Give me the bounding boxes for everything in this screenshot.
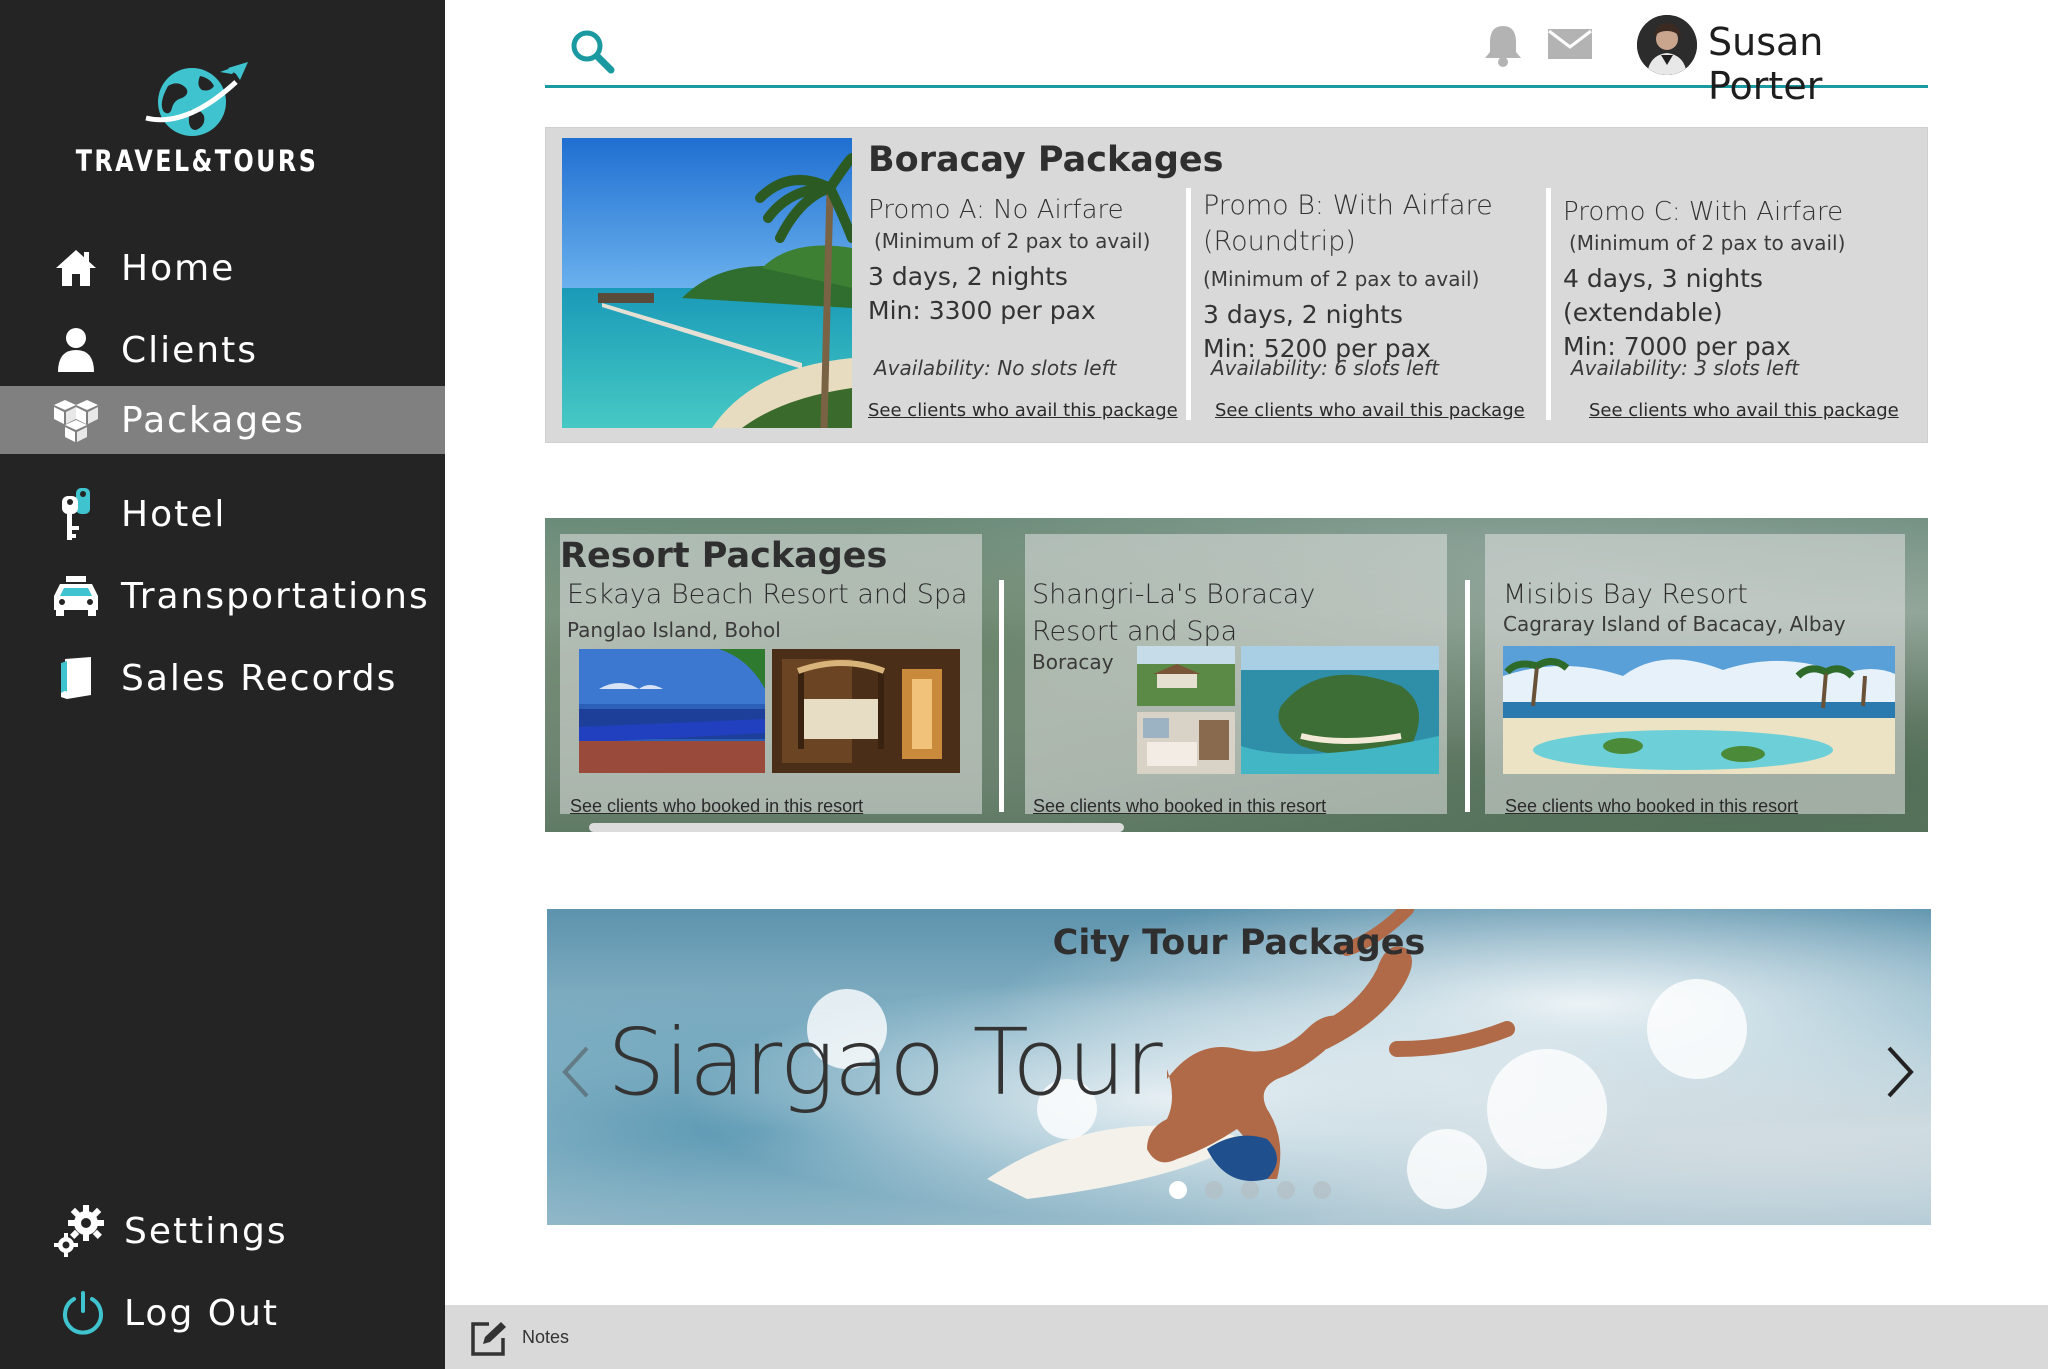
- promo-min-note: (Minimum of 2 pax to avail): [1203, 267, 1480, 291]
- gears-icon: [52, 1203, 108, 1259]
- sidebar-item-settings[interactable]: Settings: [0, 1197, 445, 1265]
- see-clients-booked-link[interactable]: See clients who booked in this resort: [1033, 796, 1326, 817]
- see-clients-booked-link[interactable]: See clients who booked in this resort: [1505, 796, 1798, 817]
- resort-room-image: [772, 649, 960, 773]
- promo-name: Promo C: With Airfare: [1563, 197, 1844, 227]
- promo-min-note: (Minimum of 2 pax to avail): [1569, 231, 1846, 255]
- carousel-dot[interactable]: [1241, 1181, 1259, 1199]
- sidebar-item-label: Transportations: [121, 575, 430, 617]
- resort-island-image: [1241, 646, 1439, 774]
- promo-card: Promo A: No Airfare (Minimum of 2 pax to…: [868, 192, 1178, 432]
- carousel-indicators: [1169, 1181, 1331, 1199]
- resort-name: Shangri-La's Boracay Resort and Spa: [1032, 579, 1316, 647]
- sidebar: TRAVEL&TOURS Home Clients Packages Hotel…: [0, 0, 445, 1369]
- promo-card: Promo C: With Airfare (Minimum of 2 pax …: [1563, 194, 1903, 432]
- sidebar-item-label: Log Out: [124, 1292, 280, 1334]
- carousel-prev-arrow-icon[interactable]: [561, 1044, 591, 1105]
- avatar[interactable]: [1637, 15, 1697, 75]
- sidebar-item-sales-records[interactable]: Sales Records: [0, 644, 445, 712]
- promo-availability: Availability: No slots left: [874, 356, 1117, 380]
- see-clients-booked-link[interactable]: See clients who booked in this resort: [570, 796, 863, 817]
- car-icon: [48, 568, 104, 624]
- top-bar: Susan Porter: [545, 12, 1928, 108]
- resort-divider: [1465, 580, 1470, 812]
- resort-name: Misibis Bay Resort: [1503, 579, 1748, 610]
- resort-lagoon-image: [1503, 646, 1895, 774]
- notes-label[interactable]: Notes: [522, 1327, 569, 1348]
- carousel-next-arrow-icon[interactable]: [1885, 1044, 1915, 1105]
- globe-plane-logo-icon: [145, 62, 248, 136]
- promo-availability: Availability: 6 slots left: [1211, 356, 1439, 380]
- promo-duration: 3 days, 2 nights: [1203, 300, 1403, 329]
- home-icon: [48, 240, 104, 296]
- horizontal-scrollbar[interactable]: [589, 823, 1124, 832]
- resort-location: Panglao Island, Bohol: [567, 618, 781, 642]
- carousel-dot[interactable]: [1313, 1181, 1331, 1199]
- book-icon: [48, 650, 104, 706]
- section-title: Boracay Packages: [868, 140, 1224, 180]
- resort-card: Misibis Bay Resort Cagraray Island of Ba…: [1485, 534, 1905, 817]
- promo-name: Promo A: No Airfare: [868, 195, 1124, 225]
- carousel-dot[interactable]: [1277, 1181, 1295, 1199]
- hotel-key-icon: [48, 486, 104, 542]
- promo-availability: Availability: 3 slots left: [1571, 356, 1799, 380]
- resort-location: Boracay: [1032, 650, 1114, 674]
- promo-divider: [1186, 188, 1191, 420]
- promo-min-note: (Minimum of 2 pax to avail): [874, 229, 1151, 253]
- sidebar-item-hotel[interactable]: Hotel: [0, 480, 445, 548]
- boxes-icon: [48, 392, 104, 448]
- resort-suite-image: [1137, 712, 1235, 774]
- resort-divider: [999, 580, 1004, 812]
- see-clients-link[interactable]: See clients who avail this package: [1215, 400, 1525, 421]
- resort-packages-panel: Resort Packages Eskaya Beach Resort and …: [545, 518, 1928, 832]
- sidebar-item-logout[interactable]: Log Out: [0, 1279, 445, 1347]
- promo-divider: [1546, 188, 1551, 420]
- user-name[interactable]: Susan Porter: [1708, 20, 1928, 108]
- sidebar-item-label: Home: [121, 247, 236, 289]
- resort-pool-image: [579, 649, 765, 773]
- brand-name: TRAVEL&TOURS: [75, 144, 319, 178]
- sidebar-item-packages[interactable]: Packages: [0, 386, 445, 454]
- sidebar-item-label: Settings: [124, 1210, 288, 1252]
- promo-duration: 4 days, 3 nights (extendable): [1563, 264, 1763, 327]
- search-icon[interactable]: [569, 28, 617, 81]
- sidebar-item-label: Hotel: [121, 493, 227, 535]
- resort-villa-image: [1137, 646, 1235, 706]
- sidebar-item-label: Sales Records: [121, 657, 398, 699]
- promo-name: Promo B: With Airfare (Roundtrip): [1203, 190, 1493, 257]
- section-title: Resort Packages: [560, 536, 888, 576]
- sidebar-item-home[interactable]: Home: [0, 234, 445, 302]
- resort-location: Cagraray Island of Bacacay, Albay: [1503, 612, 1846, 636]
- promo-card: Promo B: With Airfare (Roundtrip) (Minim…: [1203, 188, 1525, 432]
- mail-icon[interactable]: [1547, 28, 1593, 65]
- section-title: City Tour Packages: [1052, 923, 1426, 963]
- power-icon: [55, 1285, 111, 1341]
- sidebar-item-clients[interactable]: Clients: [0, 316, 445, 384]
- city-tour-carousel: City Tour Packages Siargao Tour: [547, 909, 1931, 1225]
- resort-name: Eskaya Beach Resort and Spa: [567, 579, 968, 610]
- boracay-packages-panel: Boracay Packages Promo A: No Airfare (Mi…: [545, 127, 1928, 443]
- see-clients-link[interactable]: See clients who avail this package: [868, 400, 1178, 421]
- bell-icon[interactable]: [1483, 22, 1523, 75]
- user-icon: [48, 322, 104, 378]
- sidebar-item-label: Clients: [121, 329, 258, 371]
- sidebar-item-transportations[interactable]: Transportations: [0, 562, 445, 630]
- promo-duration: 3 days, 2 nights: [868, 262, 1068, 291]
- resort-card: Resort Packages Eskaya Beach Resort and …: [560, 534, 982, 817]
- brand-logo[interactable]: TRAVEL&TOURS: [0, 58, 394, 178]
- promo-price: Min: 3300 per pax: [868, 296, 1096, 325]
- notes-bar: Notes: [445, 1305, 2048, 1369]
- slide-title: Siargao Tour: [607, 1009, 1163, 1116]
- see-clients-link[interactable]: See clients who avail this package: [1589, 400, 1899, 421]
- carousel-dot[interactable]: [1169, 1181, 1187, 1199]
- boracay-beach-image: [562, 138, 852, 428]
- sidebar-item-label: Packages: [121, 399, 305, 441]
- edit-note-icon[interactable]: [469, 1320, 507, 1363]
- resort-card: Shangri-La's Boracay Resort and Spa Bora…: [1025, 534, 1447, 817]
- carousel-dot[interactable]: [1205, 1181, 1223, 1199]
